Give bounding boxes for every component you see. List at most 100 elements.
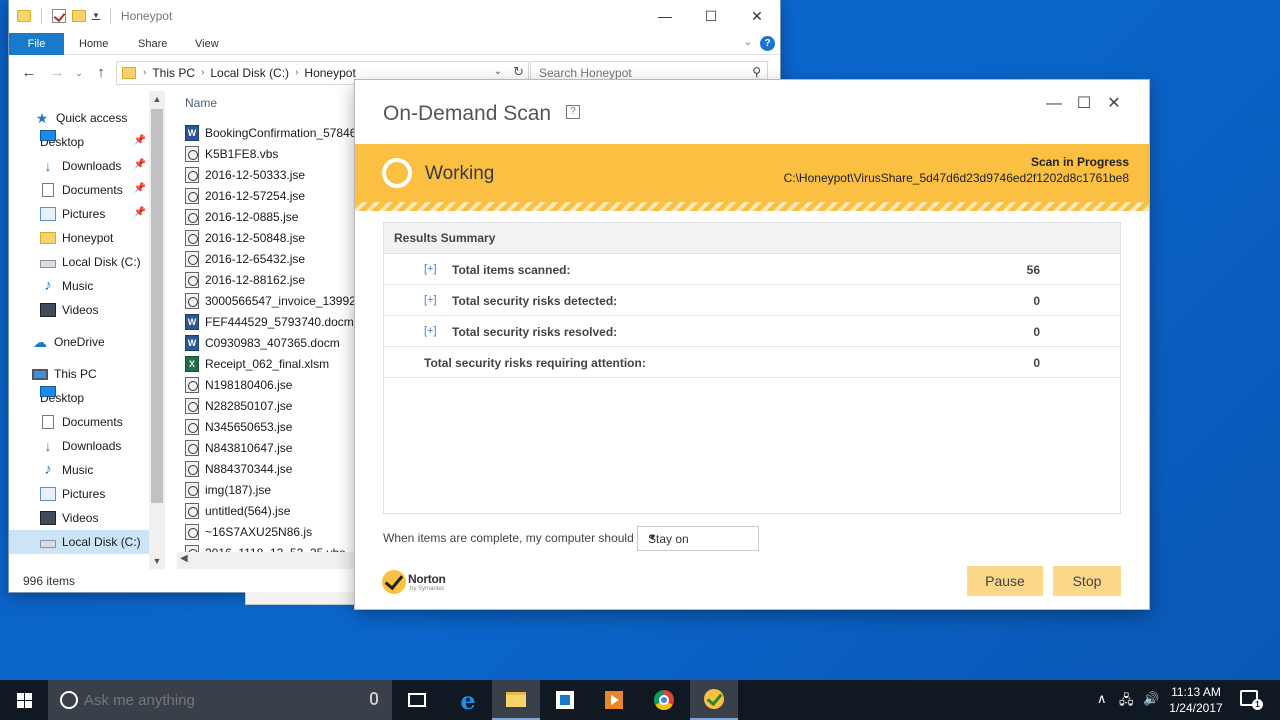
pause-button[interactable]: Pause (967, 566, 1043, 596)
norton-check-icon (382, 570, 406, 594)
chevron-right-icon[interactable]: › (201, 66, 204, 80)
file-row[interactable]: W FEF444529_5793740.docm (185, 311, 365, 332)
file-explorer-taskbar-button[interactable] (492, 680, 540, 720)
expand-toggle[interactable]: [+] (424, 263, 437, 275)
tab-file[interactable]: File (9, 33, 64, 55)
store-taskbar-button[interactable] (541, 680, 589, 720)
system-clock[interactable]: 11:13 AM 1/24/2017 (1163, 684, 1229, 716)
file-explorer-icon (506, 691, 526, 707)
up-arrow-icon[interactable]: ↑ (91, 63, 111, 83)
file-row[interactable]: N843810647.jse (185, 437, 365, 458)
forward-arrow-icon[interactable]: → (47, 63, 67, 83)
maximize-button[interactable]: ☐ (1069, 94, 1099, 114)
close-button[interactable]: ✕ (734, 0, 780, 32)
dialog-window-controls: — ☐ ✕ (1039, 94, 1129, 114)
status-word: Working (425, 163, 495, 184)
expand-toggle[interactable]: [+] (424, 294, 437, 306)
notification-count: 1 (1252, 699, 1263, 710)
chevron-down-icon[interactable]: ⌄ (494, 66, 502, 77)
scroll-left-arrow-icon[interactable]: ◀ (180, 553, 188, 564)
start-button[interactable] (0, 680, 48, 720)
file-row[interactable]: 2016_1118_12_52_35.vbs (185, 542, 365, 552)
back-arrow-icon[interactable]: ← (19, 63, 39, 83)
folder-icon (40, 232, 56, 244)
progress-stripe (355, 202, 1149, 211)
scrollbar-thumb[interactable] (151, 109, 163, 503)
file-row[interactable]: X Receipt_062_final.xlsm (185, 353, 365, 374)
stop-button[interactable]: Stop (1053, 566, 1121, 596)
nav-pc-local-disk[interactable]: Local Disk (C:) (9, 530, 149, 554)
file-list-scrollbar[interactable]: ◀ (177, 552, 365, 569)
chevron-up-icon[interactable]: ∧ (1097, 691, 1107, 707)
help-icon[interactable]: ? (566, 105, 580, 119)
file-row[interactable]: 2016-12-50848.jse (185, 227, 365, 248)
file-row[interactable]: N198180406.jse (185, 374, 365, 395)
scroll-up-arrow-icon[interactable]: ▲ (149, 91, 165, 107)
norton-taskbar-button[interactable] (690, 680, 738, 720)
network-icon[interactable]: 🖧 (1119, 691, 1134, 713)
breadcrumb-honeypot[interactable]: Honeypot (304, 66, 355, 80)
media-player-taskbar-button[interactable] (590, 680, 638, 720)
result-label: Total security risks detected: (452, 294, 618, 308)
close-button[interactable]: ✕ (1099, 94, 1129, 114)
task-view-button[interactable] (393, 680, 441, 720)
file-row[interactable]: N282850107.jse (185, 395, 365, 416)
file-name: N843810647.jse (205, 440, 293, 455)
maximize-button[interactable]: ☐ (688, 0, 734, 32)
file-row[interactable]: 2016-12-50333.jse (185, 164, 365, 185)
file-row[interactable]: 2016-12-88162.jse (185, 269, 365, 290)
cortana-search-box[interactable] (48, 680, 392, 720)
result-label: Total security risks requiring attention… (424, 356, 646, 370)
nav-scrollbar[interactable]: ▲ ▼ (149, 91, 165, 569)
microphone-icon[interactable] (370, 692, 378, 705)
column-header-name[interactable]: Name (185, 96, 217, 110)
minimize-button[interactable]: — (642, 0, 688, 32)
file-row[interactable]: 3000566547_invoice_1399200 (185, 290, 365, 311)
video-icon (40, 303, 56, 317)
volume-icon[interactable]: 🔊 (1143, 691, 1159, 707)
customize-toolbar-icon[interactable]: ▼ (92, 12, 100, 20)
results-header-label: Results Summary (394, 231, 496, 245)
completion-action-select[interactable]: Stay on ▼ (637, 526, 759, 551)
file-row[interactable]: W BookingConfirmation_57846 (185, 122, 365, 143)
breadcrumb-local-disk[interactable]: Local Disk (C:) (210, 66, 289, 80)
refresh-icon[interactable]: ↻ (513, 64, 524, 80)
file-row[interactable]: N345650653.jse (185, 416, 365, 437)
minimize-button[interactable]: — (1039, 94, 1069, 114)
file-name: N198180406.jse (205, 377, 293, 392)
file-row[interactable]: 2016-12-0885.jse (185, 206, 365, 227)
current-file-path: C:\Honeypot\VirusShare_5d47d6d23d9746ed2… (783, 171, 1129, 185)
nav-label: Music (62, 463, 94, 477)
edge-taskbar-button[interactable]: e (444, 680, 492, 720)
tab-view[interactable]: View (183, 33, 231, 55)
file-row[interactable]: K5B1FE8.vbs (185, 143, 365, 164)
properties-icon[interactable] (52, 9, 66, 23)
scroll-down-arrow-icon[interactable]: ▼ (149, 553, 165, 569)
file-row[interactable]: untitled(564).jse (185, 500, 365, 521)
picture-icon (40, 487, 56, 501)
script-file-icon (185, 166, 199, 183)
search-icon[interactable]: ⚲ (752, 65, 761, 79)
cortana-search-input[interactable] (84, 689, 354, 711)
chevron-right-icon[interactable]: › (295, 66, 298, 80)
new-folder-icon[interactable] (72, 10, 86, 22)
expand-ribbon-icon[interactable]: ⌄ (744, 37, 752, 48)
file-row[interactable]: 2016-12-57254.jse (185, 185, 365, 206)
tab-share[interactable]: Share (126, 33, 179, 55)
tab-home[interactable]: Home (67, 33, 120, 55)
result-label: Total items scanned: (452, 263, 571, 277)
file-row[interactable]: 2016-12-65432.jse (185, 248, 365, 269)
breadcrumb-this-pc[interactable]: This PC (152, 66, 195, 80)
file-row[interactable]: img(187).jse (185, 479, 365, 500)
file-row[interactable]: ~16S7AXU25N86.js (185, 521, 365, 542)
chevron-right-icon[interactable]: › (143, 66, 146, 80)
chrome-taskbar-button[interactable] (640, 680, 688, 720)
help-icon[interactable]: ? (760, 36, 775, 51)
file-row[interactable]: N884370344.jse (185, 458, 365, 479)
drive-icon (40, 540, 56, 548)
norton-icon (704, 689, 724, 709)
recent-locations-icon[interactable]: ⌄ (69, 63, 89, 83)
result-label: Total security risks resolved: (452, 325, 618, 339)
expand-toggle[interactable]: [+] (424, 325, 437, 337)
file-row[interactable]: W C0930983_407365.docm (185, 332, 365, 353)
